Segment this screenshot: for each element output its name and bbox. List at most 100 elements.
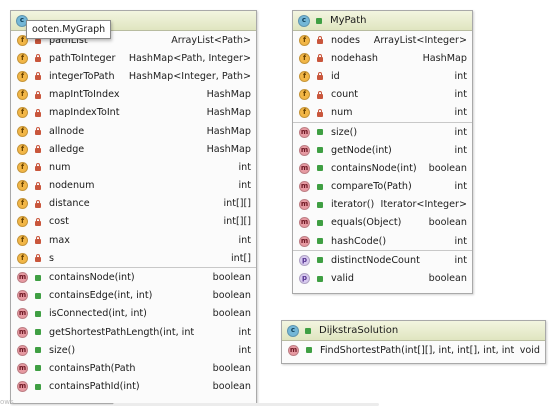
public-visibility-icon	[315, 236, 325, 246]
member-type: int[][]	[223, 198, 251, 210]
field-icon: f	[299, 34, 310, 46]
member-type: HashMap	[206, 89, 251, 101]
public-visibility-icon	[314, 16, 324, 26]
field-row[interactable]: f pathToInteger HashMap<Path, Integer>	[11, 49, 256, 67]
method-icon: m	[17, 290, 28, 302]
field-icon: f	[17, 234, 28, 246]
member-type: HashMap	[206, 143, 251, 155]
method-row[interactable]: m containsNode(int) boolean	[11, 268, 256, 286]
member-name: compareTo(Path)	[331, 181, 412, 193]
member-type: int	[454, 89, 467, 101]
method-row[interactable]: m isConnected(int, int) boolean	[11, 305, 256, 323]
field-row[interactable]: f count int	[293, 86, 472, 104]
member-type: ArrayList<Integer>	[373, 34, 467, 46]
dijkstra-header[interactable]: c DijkstraSolution	[282, 321, 545, 341]
field-row[interactable]: f distance int[][]	[11, 195, 256, 213]
field-row[interactable]: f mapIntToIndex HashMap	[11, 86, 256, 104]
public-visibility-icon	[315, 200, 325, 210]
public-visibility-icon	[315, 182, 325, 192]
method-icon: m	[299, 235, 310, 247]
field-row[interactable]: f mapIndexToInt HashMap	[11, 104, 256, 122]
private-lock-icon	[315, 53, 325, 63]
field-icon: f	[17, 52, 28, 64]
field-row[interactable]: f allnode HashMap	[11, 122, 256, 140]
method-icon: m	[299, 217, 310, 229]
private-lock-icon	[33, 71, 43, 81]
mypath-methods-section: m size() int m getNode(int) int m containsNode(…	[293, 123, 472, 252]
field-row[interactable]: f integerToPath HashMap<Integer, Path>	[11, 67, 256, 85]
member-name: hashCode()	[331, 235, 387, 247]
dijkstra-class-box[interactable]: c DijkstraSolution m FindShortestPath(int…	[281, 320, 546, 364]
member-name: size()	[331, 126, 358, 138]
field-icon: f	[17, 70, 28, 82]
field-icon: f	[17, 107, 28, 119]
private-lock-icon	[33, 144, 43, 154]
public-visibility-icon	[33, 363, 43, 373]
public-visibility-icon	[315, 255, 325, 265]
member-type: HashMap	[422, 52, 467, 64]
method-row[interactable]: m iterator() Iterator<Integer>	[293, 196, 472, 214]
method-row[interactable]: m getShortestPathLength(int, int int	[11, 323, 256, 341]
public-visibility-icon	[315, 127, 325, 137]
class-icon: c	[287, 324, 299, 337]
member-type: boolean	[428, 217, 467, 229]
field-row[interactable]: f id int	[293, 67, 472, 85]
public-visibility-icon	[33, 327, 43, 337]
property-icon: p	[299, 273, 310, 285]
field-icon: f	[299, 52, 310, 64]
public-visibility-icon	[33, 291, 43, 301]
member-type: int	[454, 144, 467, 156]
field-row[interactable]: f alledge HashMap	[11, 140, 256, 158]
method-row[interactable]: m containsPathId(int) boolean	[11, 378, 256, 396]
member-name: num	[49, 161, 71, 173]
method-row[interactable]: m hashCode() int	[293, 232, 472, 250]
field-row[interactable]: f s int[]	[11, 249, 256, 267]
member-type: HashMap	[206, 125, 251, 137]
property-row[interactable]: p distinctNodeCount int	[293, 251, 472, 269]
member-type: int[]	[231, 252, 251, 264]
field-icon: f	[17, 125, 28, 137]
member-name: getNode(int)	[331, 144, 392, 156]
field-row[interactable]: f cost int[][]	[11, 213, 256, 231]
field-row[interactable]: f nodehash HashMap	[293, 49, 472, 67]
member-name: equals(Object)	[331, 217, 402, 229]
class-icon: c	[298, 14, 310, 27]
member-type: boolean	[212, 308, 251, 320]
method-row[interactable]: m FindShortestPath(int[][], int, int[], i…	[282, 341, 545, 359]
field-row[interactable]: f max int	[11, 231, 256, 249]
mypath-class-box[interactable]: c MyPath f nodes ArrayList<Integer> f nodeha…	[292, 10, 473, 294]
member-type: HashMap<Path, Integer>	[128, 52, 251, 64]
member-name: id	[331, 70, 340, 82]
public-visibility-icon	[303, 326, 313, 336]
method-row[interactable]: m getNode(int) int	[293, 141, 472, 159]
member-type: ArrayList<Path>	[171, 34, 251, 46]
method-row[interactable]: m equals(Object) boolean	[293, 214, 472, 232]
method-row[interactable]: m containsEdge(int, int) boolean	[11, 287, 256, 305]
member-name: getShortestPathLength(int, int	[49, 326, 195, 338]
method-row[interactable]: m containsPath(Path boolean	[11, 359, 256, 377]
member-type: int	[454, 254, 467, 266]
mygraph-class-box[interactable]: c f pathList ArrayList<Path> f pathToInteger…	[10, 10, 257, 404]
field-row[interactable]: f num int	[293, 104, 472, 122]
dijkstra-methods-section: m FindShortestPath(int[][], int, int[], i…	[282, 341, 545, 359]
field-row[interactable]: f nodes ArrayList<Integer>	[293, 31, 472, 49]
method-row[interactable]: m compareTo(Path) int	[293, 178, 472, 196]
member-type: HashMap	[206, 107, 251, 119]
property-row[interactable]: p valid boolean	[293, 269, 472, 287]
field-row[interactable]: f num int	[11, 158, 256, 176]
member-type: boolean	[212, 290, 251, 302]
public-visibility-icon	[315, 163, 325, 173]
member-name: containsEdge(int, int)	[49, 290, 153, 302]
member-name: pathToInteger	[49, 52, 116, 64]
method-row[interactable]: m size() int	[293, 123, 472, 141]
method-row[interactable]: m size() int	[11, 341, 256, 359]
field-row[interactable]: f nodenum int	[11, 177, 256, 195]
mypath-fields-section: f nodes ArrayList<Integer> f nodehash HashMap…	[293, 31, 472, 123]
method-icon: m	[299, 144, 310, 156]
method-icon: m	[299, 181, 310, 193]
method-row[interactable]: m containsNode(int) boolean	[293, 159, 472, 177]
member-type: boolean	[428, 273, 467, 285]
member-name: mapIndexToInt	[49, 107, 120, 119]
mypath-header[interactable]: c MyPath	[293, 11, 472, 31]
method-icon: m	[17, 326, 28, 338]
